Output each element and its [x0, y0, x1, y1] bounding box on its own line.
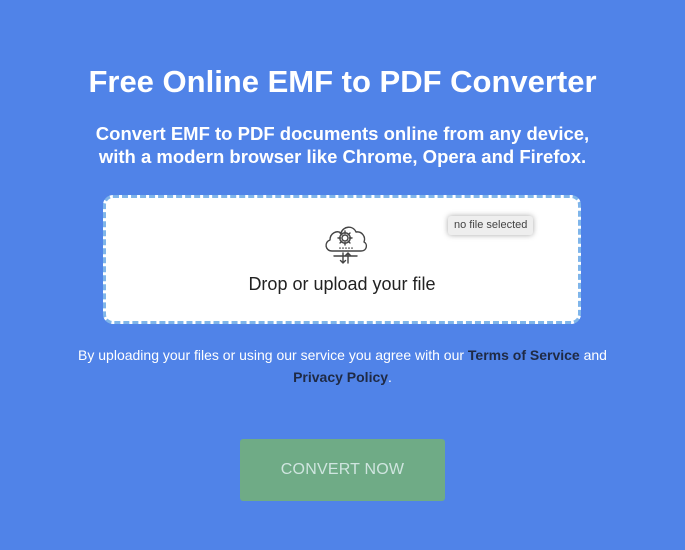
agreement-text-before: By uploading your files or using our ser…	[78, 347, 468, 363]
dropzone-label: Drop or upload your file	[248, 274, 436, 294]
terms-agreement-text: By uploading your files or using our ser…	[0, 344, 685, 388]
cloud-gear-upload-icon	[325, 226, 368, 264]
convert-now-button[interactable]: CONVERT NOW	[240, 439, 445, 501]
file-status-tooltip: no file selected	[448, 216, 534, 235]
terms-of-service-link[interactable]: Terms of Service	[468, 347, 580, 363]
page-title: Free Online EMF to PDF Converter	[88, 64, 597, 99]
subtitle-line-2: with a modern browser like Chrome, Opera…	[98, 146, 587, 167]
page-subtitle: Convert EMF to PDF documents online from…	[0, 122, 685, 168]
subtitle-line-1: Convert EMF to PDF documents online from…	[95, 123, 590, 144]
file-dropzone[interactable]: Drop or upload your file no file selecte…	[103, 195, 581, 324]
agreement-text-after: .	[388, 369, 392, 385]
privacy-policy-link[interactable]: Privacy Policy	[293, 369, 388, 385]
agreement-text-middle: and	[579, 347, 607, 363]
